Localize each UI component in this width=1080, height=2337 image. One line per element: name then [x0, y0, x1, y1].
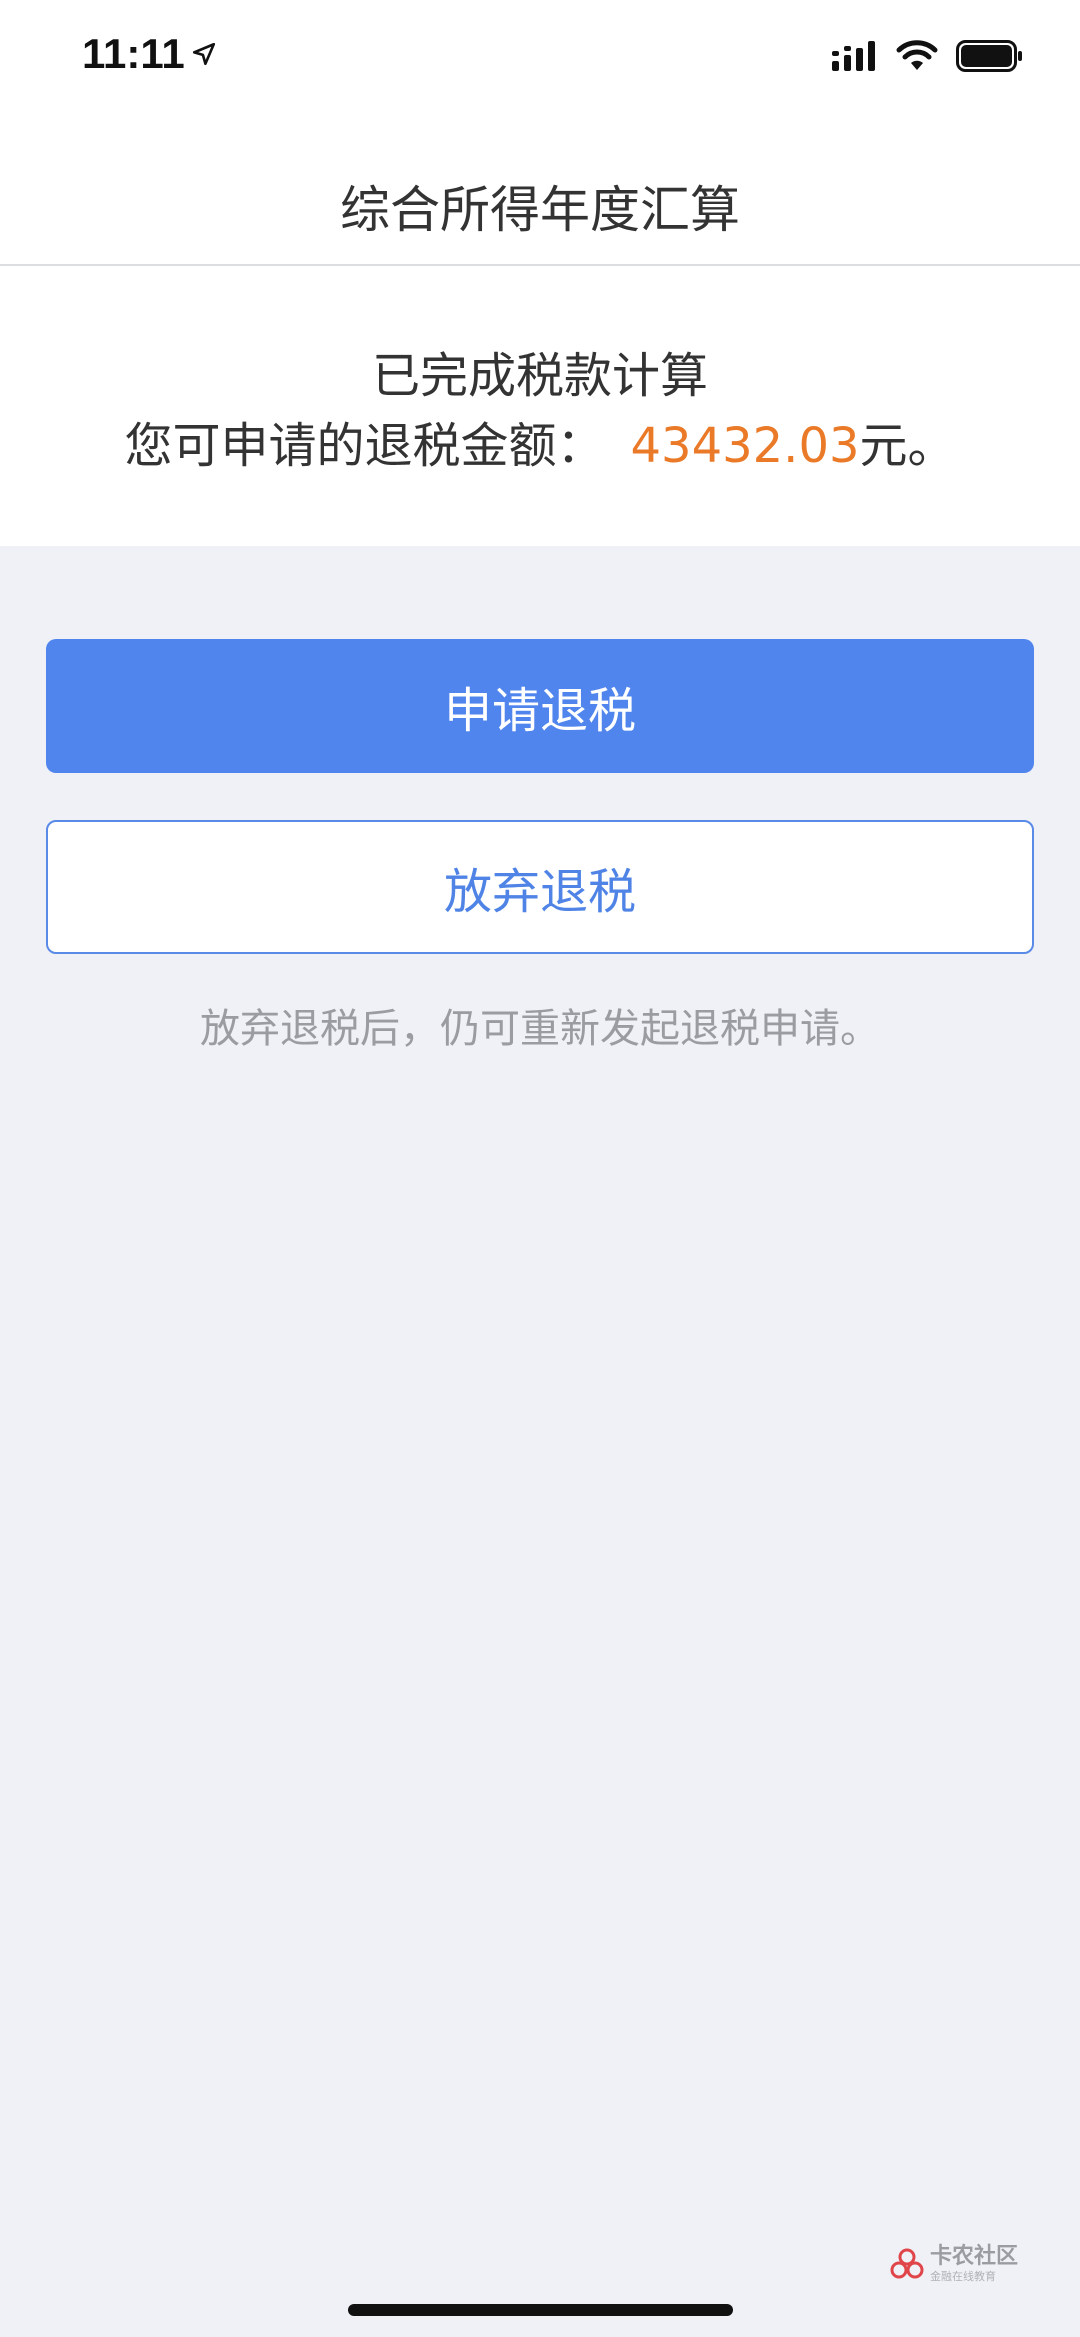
watermark-title: 卡农社区 [929, 2244, 1018, 2269]
refund-amount-line: 您可申请的退税金额： 43432.03元。 [0, 406, 1080, 476]
refund-amount-suffix: 元。 [859, 418, 956, 474]
calculation-status: 已完成税款计算 [371, 348, 708, 404]
nav-bar: 综合所得年度汇算 [0, 118, 1080, 266]
result-panel: 已完成税款计算 您可申请的退税金额： 43432.03元。 [0, 266, 1080, 546]
wifi-icon [896, 40, 938, 70]
abandon-hint: 放弃退税后，仍可重新发起退税申请。 [200, 1006, 880, 1052]
watermark: 卡农社区 金融在线教育 [890, 2246, 1018, 2282]
status-bar: 11:11 [0, 0, 1080, 118]
location-arrow-icon [192, 42, 215, 66]
apply-refund-button[interactable]: 申请退税 [46, 639, 1034, 773]
refund-amount-label: 您可申请的退税金额： [124, 418, 605, 474]
cellular-signal-icon [832, 41, 875, 71]
kanong-logo-icon [890, 2248, 924, 2279]
home-indicator[interactable] [348, 2304, 733, 2316]
page-title: 综合所得年度汇算 [340, 181, 740, 239]
battery-icon [956, 40, 1022, 72]
abandon-refund-button[interactable]: 放弃退税 [46, 820, 1034, 954]
status-time-text: 11:11 [82, 30, 185, 77]
status-time: 11:11 [82, 30, 217, 78]
status-icons [832, 40, 1024, 72]
refund-amount: 43432.03 [630, 418, 860, 474]
watermark-subtitle: 金融在线教育 [929, 2270, 996, 2283]
watermark-text: 卡农社区 金融在线教育 [929, 2244, 1018, 2283]
